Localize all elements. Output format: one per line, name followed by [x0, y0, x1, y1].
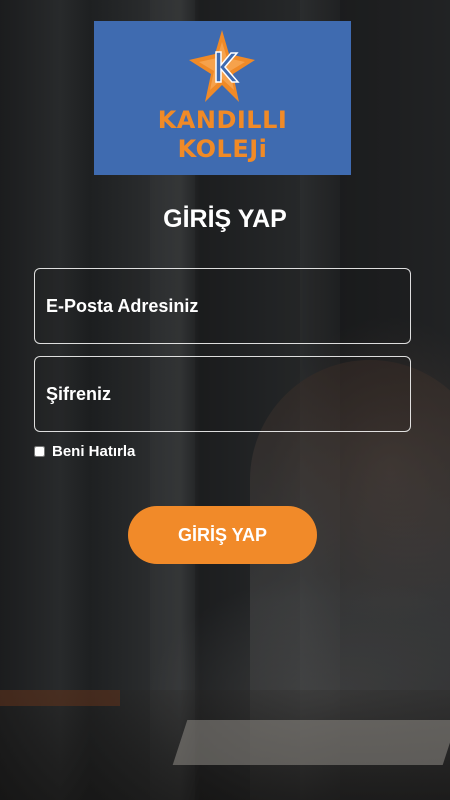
logo-text-line2: KOLEJi [177, 135, 268, 163]
page-title: GİRİŞ YAP [163, 205, 287, 233]
email-field-wrapper [34, 268, 411, 344]
email-field[interactable] [35, 269, 410, 343]
school-logo: KANDILLI KOLEJi [94, 21, 351, 175]
password-field-wrapper [34, 356, 411, 432]
star-k-logo-icon [189, 30, 255, 102]
remember-me-label: Beni Hatırla [52, 443, 136, 460]
login-form: KANDILLI KOLEJi GİRİŞ YAP Beni Hatırla G… [0, 0, 450, 800]
login-button[interactable]: GİRİŞ YAP [128, 506, 317, 564]
remember-me[interactable]: Beni Hatırla [34, 443, 135, 460]
password-field[interactable] [35, 357, 410, 431]
remember-me-checkbox[interactable] [34, 446, 45, 457]
login-screen: KANDILLI KOLEJi GİRİŞ YAP Beni Hatırla G… [0, 0, 450, 800]
logo-text-line1: KANDILLI [157, 106, 288, 134]
